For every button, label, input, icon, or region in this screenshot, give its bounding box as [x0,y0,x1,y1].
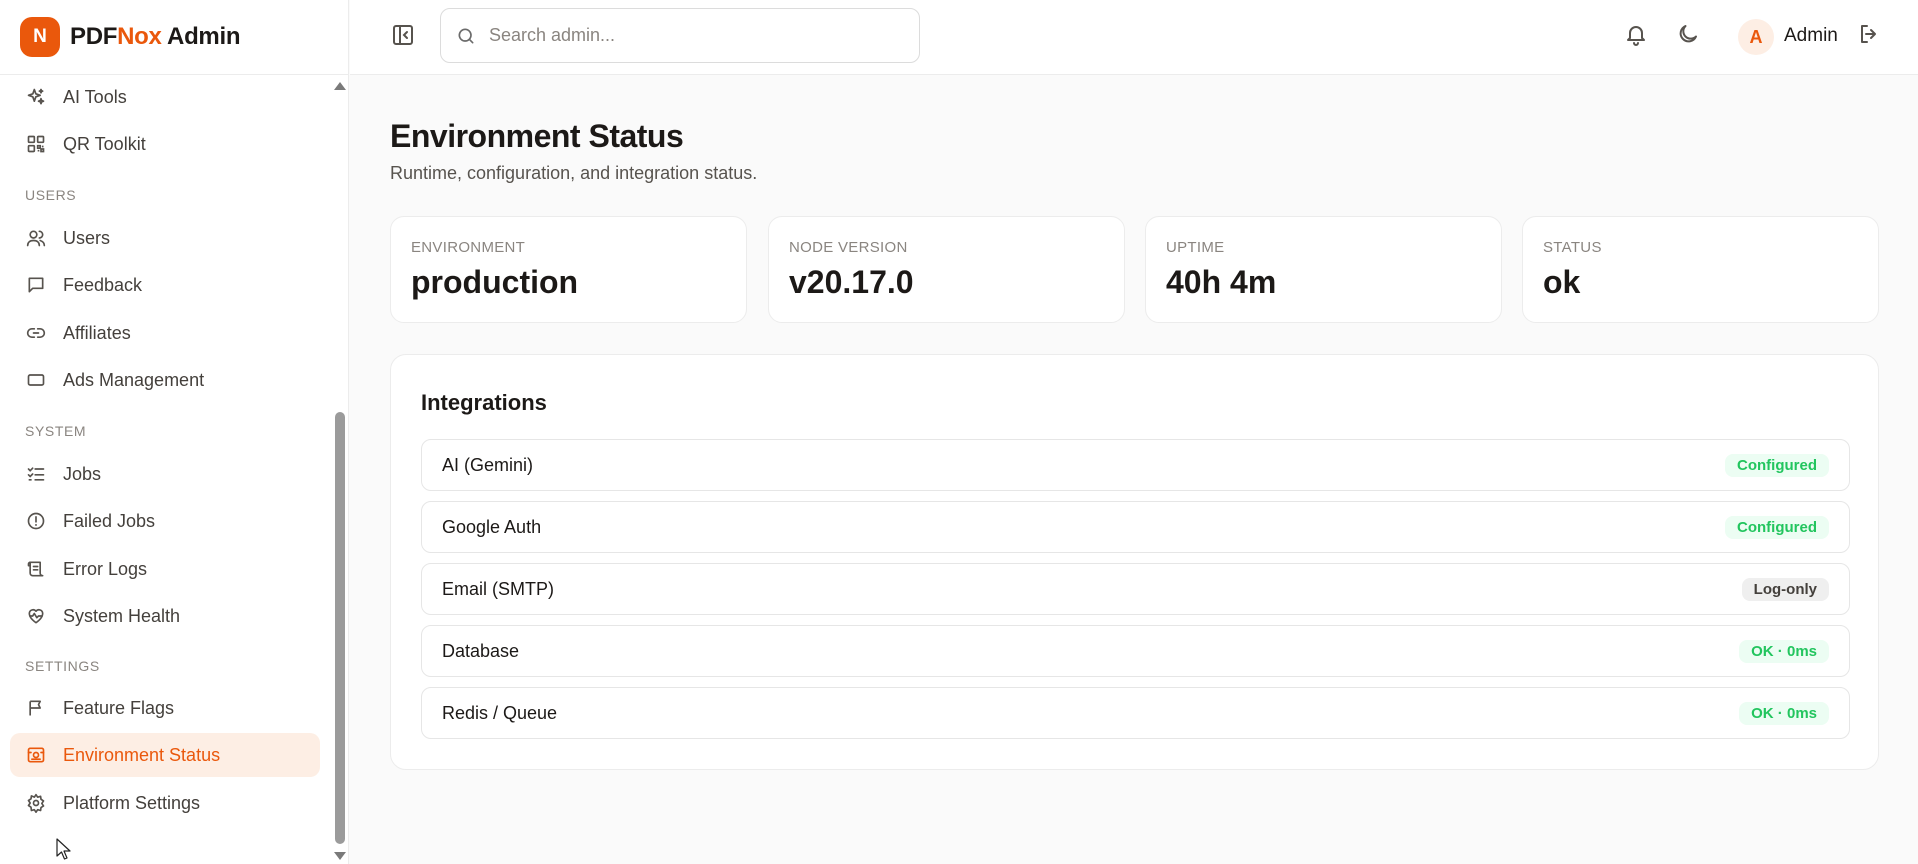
integration-name: AI (Gemini) [442,454,534,475]
sidebar-item-jobs[interactable]: Jobs [10,452,320,496]
section-label-settings: SETTINGS [25,658,100,674]
sidebar-item-label: System Health [63,605,181,626]
panel-left-icon [391,23,415,52]
sidebar-item-label: Jobs [63,463,102,484]
brand[interactable]: N PDFNox Admin [0,0,348,75]
avatar[interactable]: A [1738,19,1774,55]
sidebar-item-ads-management[interactable]: Ads Management [10,358,320,402]
sidebar-toggle-button[interactable] [388,22,418,52]
sidebar-item-users[interactable]: Users [10,216,320,260]
mouse-cursor-icon [56,838,72,864]
link-icon [25,322,47,344]
section-label-users: USERS [25,187,77,203]
status-badge: Configured [1725,515,1829,539]
sidebar-item-label: QR Toolkit [63,133,146,154]
sidebar-item-feedback[interactable]: Feedback [10,263,320,307]
sparkles-icon [25,86,47,108]
sidebar-item-ai-tools[interactable]: AI Tools [10,75,320,119]
users-icon [25,227,47,249]
sidebar-item-label: Users [63,227,111,248]
sidebar-item-error-logs[interactable]: Error Logs [10,547,320,591]
stat-card-uptime: UPTIME 40h 4m [1145,216,1502,323]
stat-value: v20.17.0 [789,264,914,300]
alert-circle-icon [25,510,47,532]
sidebar-item-label: Ads Management [63,369,205,390]
sidebar-item-label: Affiliates [63,322,131,343]
message-square-icon [25,274,47,296]
stat-value: ok [1543,264,1581,300]
stat-value: 40h 4m [1166,264,1277,300]
page-title: Environment Status [390,118,684,154]
sidebar-item-system-health[interactable]: System Health [10,594,320,638]
brand-logo: N [20,17,60,57]
integration-row: Database OK · 0ms [421,625,1850,677]
sidebar-item-failed-jobs[interactable]: Failed Jobs [10,499,320,543]
status-badge: Log-only [1741,577,1829,601]
sidebar-item-label: Failed Jobs [63,510,156,531]
sidebar-item-label: Feedback [63,274,143,295]
search-box[interactable] [440,8,920,63]
stat-card-status: STATUS ok [1522,216,1879,323]
user-name[interactable]: Admin [1784,25,1838,47]
brand-name-part2: Admin [161,23,241,50]
logout-button[interactable] [1853,20,1885,52]
sidebar-item-label: Environment Status [63,744,221,765]
integration-row: AI (Gemini) Configured [421,439,1850,491]
stat-label: ENVIRONMENT [411,239,526,256]
stat-value: production [411,264,579,300]
sidebar: N PDFNox Admin AI Tools QR Toolkit USERS… [0,0,349,864]
sidebar-scrollbar-thumb[interactable] [335,412,345,844]
stat-label: UPTIME [1166,239,1225,256]
search-icon [455,25,477,47]
integration-row: Email (SMTP) Log-only [421,563,1850,615]
server-status-icon [25,744,47,766]
scroll-up-arrow[interactable] [334,82,346,90]
list-checks-icon [25,463,47,485]
integrations-title: Integrations [421,390,547,415]
status-badge: OK · 0ms [1739,701,1829,725]
sidebar-item-label: Feature Flags [63,697,175,718]
sidebar-item-label: AI Tools [63,86,127,107]
sidebar-item-affiliates[interactable]: Affiliates [10,311,320,355]
qr-code-icon [25,133,47,155]
sidebar-item-feature-flags[interactable]: Feature Flags [10,686,320,730]
scroll-down-arrow[interactable] [334,852,346,860]
sidebar-item-label: Platform Settings [63,792,201,813]
status-badge: Configured [1725,453,1829,477]
integration-name: Database [442,640,520,661]
integration-name: Email (SMTP) [442,578,554,599]
integration-name: Google Auth [442,516,542,537]
bell-icon [1624,22,1648,51]
stat-label: NODE VERSION [789,239,908,256]
search-input[interactable] [489,25,909,46]
brand-name-accent: Nox [117,23,162,50]
sidebar-item-platform-settings[interactable]: Platform Settings [10,781,320,825]
sidebar-item-qr-toolkit[interactable]: QR Toolkit [10,122,320,166]
rectangle-icon [25,369,47,391]
integration-name: Redis / Queue [442,702,558,723]
topbar: A Admin [350,0,1918,75]
logout-icon [1857,22,1881,51]
gear-icon [25,792,47,814]
brand-name-part1: PDF [70,23,118,50]
moon-icon [1676,22,1700,51]
stat-card-environment: ENVIRONMENT production [390,216,747,323]
integrations-card: Integrations AI (Gemini) Configured Goog… [390,354,1879,770]
status-badge: OK · 0ms [1739,639,1829,663]
brand-name: PDFNox Admin [70,23,241,51]
sidebar-item-label: Error Logs [63,558,148,579]
page-subtitle: Runtime, configuration, and integration … [390,163,758,183]
stat-label: STATUS [1543,239,1602,256]
stat-card-node-version: NODE VERSION v20.17.0 [768,216,1125,323]
theme-toggle-button[interactable] [1672,20,1704,52]
integration-row: Google Auth Configured [421,501,1850,553]
integration-row: Redis / Queue OK · 0ms [421,687,1850,739]
scroll-icon [25,558,47,580]
flag-icon [25,697,47,719]
heart-pulse-icon [25,605,47,627]
section-label-system: SYSTEM [25,423,87,439]
notifications-button[interactable] [1620,20,1652,52]
sidebar-item-environment-status[interactable]: Environment Status [10,733,320,777]
